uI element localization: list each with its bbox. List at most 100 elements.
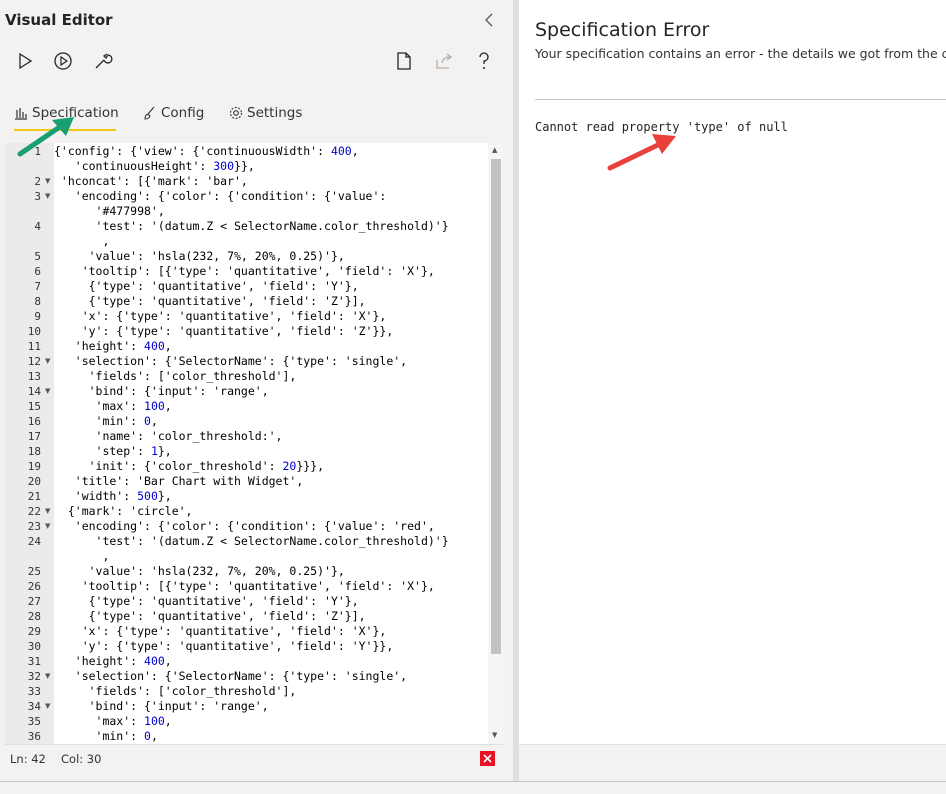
line-number: 26: [27, 580, 41, 593]
play-icon: [19, 52, 33, 70]
line-number: 23: [27, 520, 41, 533]
code-line: 'max': 100,: [54, 399, 172, 413]
line-number: 29: [27, 625, 41, 638]
error-subtitle: Your specification contains an error - t…: [535, 46, 946, 61]
code-line: ,: [54, 549, 110, 563]
line-number: 2: [34, 175, 41, 188]
fold-toggle-icon[interactable]: ▼: [45, 699, 50, 714]
chevron-left-icon: [485, 13, 493, 27]
line-number: 32: [27, 670, 41, 683]
code-line: {'type': 'quantitative', 'field': 'Y'},: [54, 594, 359, 608]
code-line: 'height': 400,: [54, 654, 172, 668]
auto-run-button[interactable]: [52, 50, 74, 72]
fold-toggle-icon[interactable]: ▼: [45, 504, 50, 519]
cursor-line: Ln: 42: [10, 752, 46, 766]
visual-editor-pane: Visual Editor Specification Config Setti…: [0, 0, 513, 781]
scroll-down-icon[interactable]: ▼: [492, 731, 497, 739]
line-number: 31: [27, 655, 41, 668]
line-number: 35: [27, 715, 41, 728]
code-line: 'fields': ['color_threshold'],: [54, 684, 297, 698]
help-button[interactable]: [473, 50, 495, 72]
code-line: 'selection': {'SelectorName': {'type': '…: [54, 354, 408, 368]
line-number: 10: [27, 325, 41, 338]
tab-settings[interactable]: Settings: [229, 96, 302, 130]
error-indicator[interactable]: [480, 751, 495, 766]
fold-toggle-icon[interactable]: ▼: [45, 384, 50, 399]
line-number: 15: [27, 400, 41, 413]
line-number: 5: [34, 250, 41, 263]
line-number: 4: [34, 220, 41, 233]
line-number: 21: [27, 490, 41, 503]
new-spec-button[interactable]: [393, 50, 415, 72]
line-number: 9: [34, 310, 41, 323]
collapse-pane-button[interactable]: [480, 10, 500, 30]
line-number: 36: [27, 730, 41, 743]
code-line: 'value': 'hsla(232, 7%, 20%, 0.25)'},: [54, 249, 345, 263]
tab-specification[interactable]: Specification: [14, 96, 119, 130]
line-number: 34: [27, 700, 41, 713]
code-text-area[interactable]: {'config': {'view': {'continuousWidth': …: [54, 143, 488, 744]
editor-scrollbar[interactable]: ▲ ▼: [488, 143, 503, 744]
code-line: 'encoding': {'color': {'condition': {'va…: [54, 189, 387, 203]
code-line: 'x': {'type': 'quantitative', 'field': '…: [54, 624, 387, 638]
code-line: 'bind': {'input': 'range',: [54, 384, 269, 398]
editor-tabs: Specification Config Settings: [0, 96, 513, 132]
code-line: 'hconcat': [{'mark': 'bar',: [54, 174, 248, 188]
share-icon: [436, 53, 453, 69]
code-line: 'encoding': {'color': {'condition': {'va…: [54, 519, 435, 533]
new-document-icon: [397, 52, 411, 70]
tools-button[interactable]: [92, 50, 114, 72]
code-line: 'init': {'color_threshold': 20}}},: [54, 459, 325, 473]
error-title: Specification Error: [535, 19, 710, 41]
active-tab-indicator: [14, 129, 116, 131]
code-line: {'type': 'quantitative', 'field': 'Z'}],: [54, 609, 366, 623]
code-line: 'selection': {'SelectorName': {'type': '…: [54, 669, 408, 683]
bottom-status-strip: [0, 781, 946, 794]
code-line: 'test': '(datum.Z < SelectorName.color_t…: [54, 219, 449, 233]
code-line: 'width': 500},: [54, 489, 172, 503]
line-number: 18: [27, 445, 41, 458]
code-editor[interactable]: 1 2 ▼ 3 ▼ 4 5 6 7 8 9 10 11 12 ▼ 13 14 ▼ 15 16 17 18 19 20 21 22 ▼…: [5, 143, 503, 744]
line-number: 25: [27, 565, 41, 578]
cursor-column: Col: 30: [61, 752, 102, 766]
run-button[interactable]: [14, 50, 36, 72]
fold-toggle-icon[interactable]: ▼: [45, 174, 50, 189]
code-line: 'bind': {'input': 'range',: [54, 699, 269, 713]
line-number: 33: [27, 685, 41, 698]
scrollbar-thumb[interactable]: [491, 159, 501, 654]
line-number: 16: [27, 415, 41, 428]
line-number: 20: [27, 475, 41, 488]
fold-toggle-icon[interactable]: ▼: [45, 669, 50, 684]
code-line: {'config': {'view': {'continuousWidth': …: [54, 144, 359, 158]
auto-run-icon: [54, 52, 72, 70]
code-line: 'x': {'type': 'quantitative', 'field': '…: [54, 309, 387, 323]
share-button[interactable]: [433, 50, 455, 72]
tab-label: Config: [161, 105, 205, 121]
code-line: 'y': {'type': 'quantitative', 'field': '…: [54, 324, 394, 338]
line-number: 28: [27, 610, 41, 623]
code-line: 'value': 'hsla(232, 7%, 20%, 0.25)'},: [54, 564, 345, 578]
code-line: ,: [54, 234, 110, 248]
code-line: 'name': 'color_threshold:',: [54, 429, 283, 443]
line-number: 17: [27, 430, 41, 443]
line-number-gutter: 1 2 ▼ 3 ▼ 4 5 6 7 8 9 10 11 12 ▼ 13 14 ▼ 15 16 17 18 19 20 21 22 ▼…: [5, 143, 54, 744]
fold-toggle-icon[interactable]: ▼: [45, 189, 50, 204]
code-line: {'type': 'quantitative', 'field': 'Z'}],: [54, 294, 366, 308]
preview-footer: [519, 744, 946, 781]
line-number: 6: [34, 265, 41, 278]
line-number: 8: [34, 295, 41, 308]
code-line: 'test': '(datum.Z < SelectorName.color_t…: [54, 534, 449, 548]
code-line: 'fields': ['color_threshold'],: [54, 369, 297, 383]
scroll-up-icon[interactable]: ▲: [492, 146, 497, 154]
code-line: 'tooltip': [{'type': 'quantitative', 'fi…: [54, 264, 435, 278]
line-number: 12: [27, 355, 41, 368]
tab-config[interactable]: Config: [143, 96, 204, 130]
pane-title: Visual Editor: [5, 11, 113, 29]
code-line: 'min': 0,: [54, 729, 158, 743]
code-line: 'tooltip': [{'type': 'quantitative', 'fi…: [54, 579, 435, 593]
line-number: 11: [27, 340, 41, 353]
tab-label: Settings: [247, 105, 303, 121]
fold-toggle-icon[interactable]: ▼: [45, 519, 50, 534]
line-number: 27: [27, 595, 41, 608]
fold-toggle-icon[interactable]: ▼: [45, 354, 50, 369]
